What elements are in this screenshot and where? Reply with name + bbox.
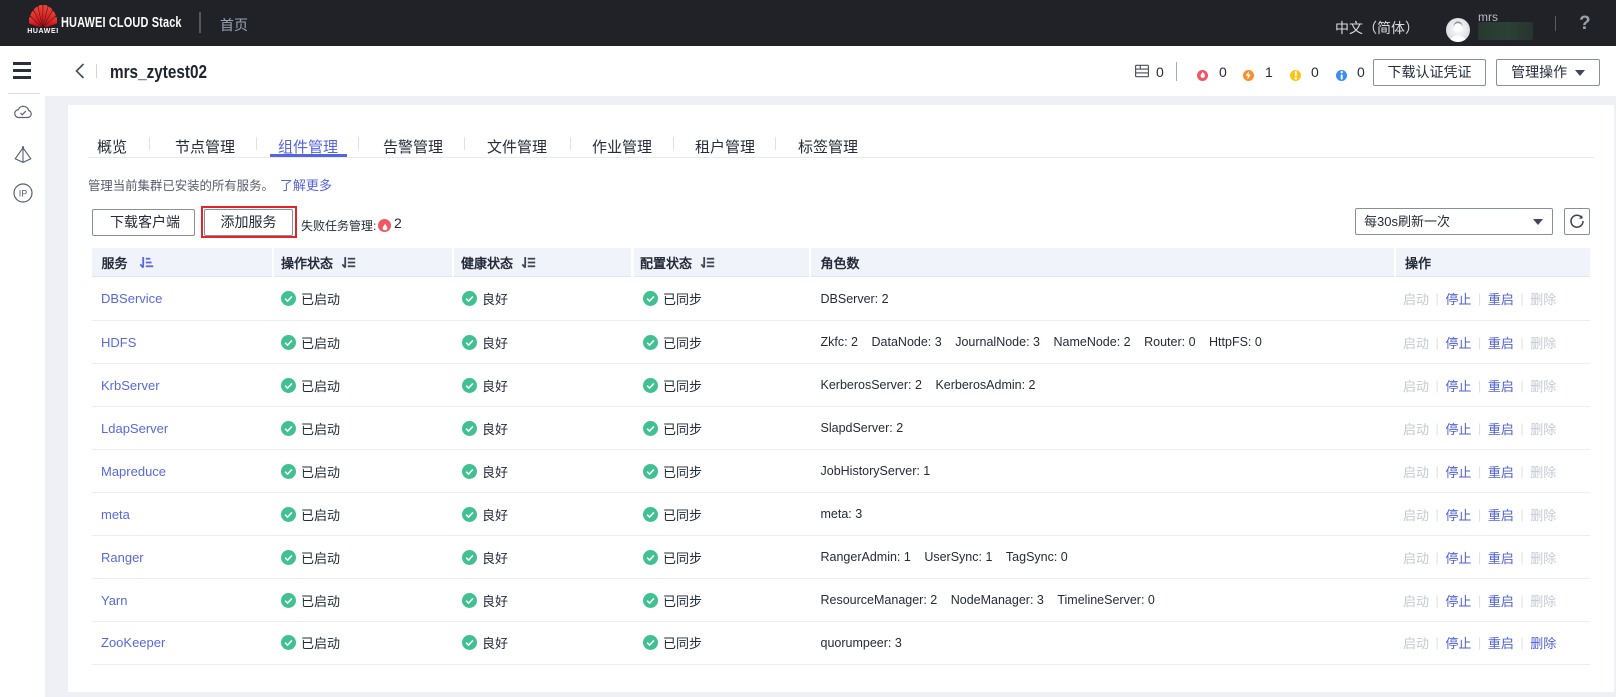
svg-text:IP: IP [19,188,28,198]
